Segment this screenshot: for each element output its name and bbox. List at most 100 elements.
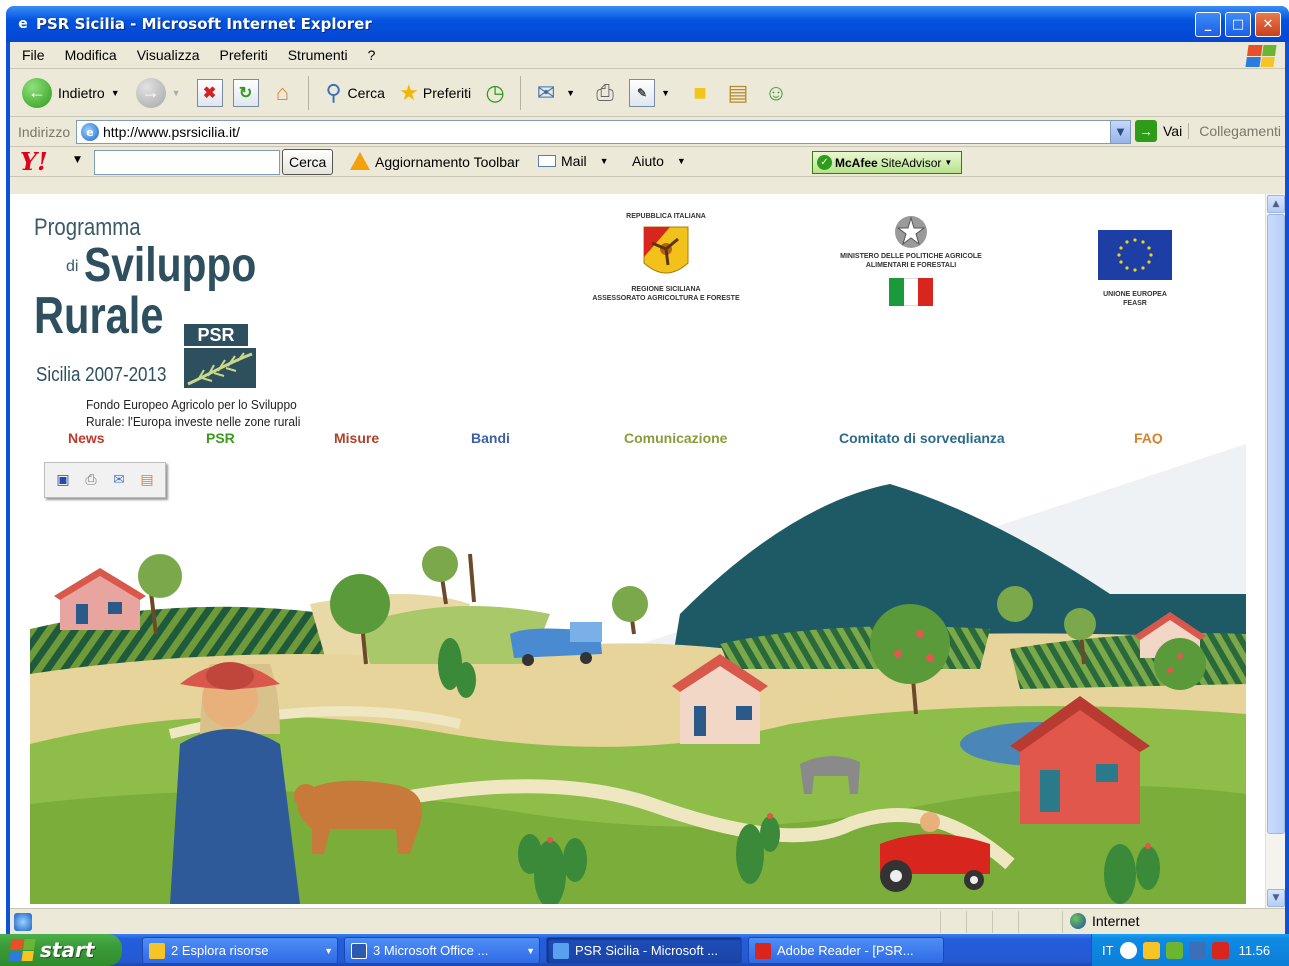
leaf-icon [184,348,256,388]
stop-button[interactable]: ✖ [193,73,227,113]
chevron-down-icon[interactable]: ▼ [74,155,81,165]
task-explorer[interactable]: 2 Esplora risorse ▼ [142,937,338,964]
language-indicator[interactable]: IT [1102,943,1114,958]
scroll-thumb[interactable] [1267,214,1285,834]
search-button[interactable]: ⚲ Cerca [316,73,389,113]
emblem-ue-text: UNIONE EUROPEA [1103,291,1167,298]
status-divider [1062,911,1063,933]
chevron-down-icon[interactable]: ▼ [111,88,120,98]
start-button[interactable]: start [0,934,122,966]
folder-icon [149,942,165,959]
chevron-left-icon[interactable] [1119,941,1137,959]
menu-preferiti[interactable]: Preferiti [209,47,277,63]
update-icon[interactable] [1188,941,1206,959]
task-label: PSR Sicilia - Microsoft ... [575,943,719,958]
messenger-button[interactable]: ☺ [758,73,794,113]
clock[interactable]: 11.56 [1239,943,1271,958]
history-icon: ◷ [485,79,505,105]
mail-button[interactable]: ✉ ▼ [528,73,585,113]
logo-psr-badge: PSR [184,324,248,346]
network-icon[interactable] [1142,941,1160,959]
forward-button[interactable]: → ▼ [132,73,191,113]
taskbar: start 2 Esplora risorse ▼ 3 Microsoft Of… [0,934,1289,966]
back-label: Indietro [58,84,105,101]
yahoo-search-input[interactable] [94,150,280,175]
favorites-button[interactable]: ★ Preferiti [391,73,475,113]
search-label: Cerca [347,84,385,101]
check-icon: ✓ [817,155,832,170]
task-adobe[interactable]: Adobe Reader - [PSR... [748,937,944,964]
go-button[interactable]: → Vai [1135,120,1182,142]
toolbar-separator [307,75,309,110]
vertical-scrollbar[interactable]: ▲ ▼ [1265,194,1285,908]
task-office[interactable]: 3 Microsoft Office ... ▼ [344,937,540,964]
ie-window: e PSR Sicilia - Microsoft Internet Explo… [6,6,1289,934]
address-bar: Indirizzo e http://www.psrsicilia.it/ ▼ … [10,117,1285,147]
messenger-tray-icon[interactable] [1165,941,1183,959]
mcafee-siteadvisor-button[interactable]: ✓ McAfee SiteAdvisor ▼ [812,151,962,174]
ie-logo-icon: e [18,16,28,32]
emblem-ministero-text-2: ALIMENTARI E FORESTALI [865,262,957,269]
menu-visualizza[interactable]: Visualizza [127,47,210,63]
email-icon[interactable]: ✉ [109,470,129,490]
home-button[interactable]: ⌂ [265,73,301,113]
ministero-emblem[interactable]: MINISTERO DELLE POLITICHE AGRICOLE ALIME… [826,212,996,306]
unione-europea-emblem[interactable]: UNIONE EUROPEA FEASR [1090,230,1180,308]
menu-modifica[interactable]: Modifica [55,47,127,63]
print-icon[interactable]: ⎙ [81,470,101,490]
menu-help[interactable]: ? [358,47,386,63]
italian-flag-icon [889,278,934,306]
task-label: 3 Microsoft Office ... [373,943,489,958]
eu-flag-icon [1098,230,1172,280]
address-input[interactable]: e http://www.psrsicilia.it/ ▼ [76,120,1131,144]
task-ie-psr[interactable]: PSR Sicilia - Microsoft ... [546,937,742,964]
emblem-repubblica-text: REPUBBLICA ITALIANA [626,213,706,220]
back-button[interactable]: ← Indietro ▼ [18,73,130,113]
status-divider [1018,911,1019,933]
toolbar-update-button[interactable]: Aggiornamento Toolbar [350,152,520,171]
page-status-icon [14,912,32,931]
discuss-button[interactable]: ■ [682,73,718,113]
adobe-icon [755,942,771,959]
yahoo-mail-button[interactable]: Mail ▼ [538,153,609,169]
word-icon [351,942,367,959]
standard-toolbar: ← Indietro ▼ → ▼ ✖ ↻ ⌂ ⚲ Cerca ★ Preferi… [10,69,1285,117]
emblem-regione-text: REGIONE SICILIANA [631,286,701,293]
yahoo-toolbar: Y! ▼ Cerca Aggiornamento Toolbar Mail ▼ … [10,147,1285,177]
pdf-icon[interactable]: ▤ [137,470,157,490]
warning-icon [350,152,370,170]
scroll-up-icon[interactable]: ▲ [1267,195,1285,213]
minimize-button[interactable]: _ [1195,12,1221,37]
yahoo-logo[interactable]: Y! [20,147,48,176]
windows-flag-icon [1245,45,1277,67]
note-icon: ■ [693,79,707,105]
history-button[interactable]: ◷ [477,73,513,113]
research-button[interactable]: ▤ [720,73,756,113]
yahoo-search-button[interactable]: Cerca [282,149,334,175]
refresh-button[interactable]: ↻ [229,73,263,113]
toolbar-separator [520,75,522,110]
page-content: Programma di Sviluppo Rurale PSR Sicilia… [10,194,1268,908]
chevron-down-icon[interactable]: ▼ [172,88,181,98]
links-button[interactable]: Collegamenti [1188,123,1281,139]
address-label: Indirizzo [18,123,71,140]
scroll-down-icon[interactable]: ▼ [1267,889,1285,907]
mcafee-label: SiteAdvisor [880,155,942,170]
security-zone: Internet [1070,913,1139,929]
maximize-button[interactable]: □ [1225,12,1251,37]
print-button[interactable]: ⎙ [587,73,623,113]
title-bar[interactable]: e PSR Sicilia - Microsoft Internet Explo… [6,6,1289,42]
menu-strumenti[interactable]: Strumenti [278,47,358,63]
menu-file[interactable]: File [10,47,55,63]
yahoo-help-button[interactable]: Aiuto ▼ [632,153,686,169]
close-button[interactable]: ✕ [1255,12,1281,37]
mcafee-brand: McAfee [835,155,878,170]
edit-button[interactable]: ✎ ▼ [625,73,680,113]
chevron-down-icon[interactable]: ▼ [661,88,670,98]
chevron-down-icon[interactable]: ▼ [566,88,575,98]
save-icon[interactable]: ▣ [53,470,73,490]
chevron-down-icon[interactable]: ▼ [1110,121,1130,143]
regione-siciliana-emblem[interactable]: REPUBBLICA ITALIANA REGIONE SICILIANA AS… [576,212,756,303]
mcafee-tray-icon[interactable] [1211,941,1229,959]
system-tray: IT 11.56 [1091,934,1289,966]
